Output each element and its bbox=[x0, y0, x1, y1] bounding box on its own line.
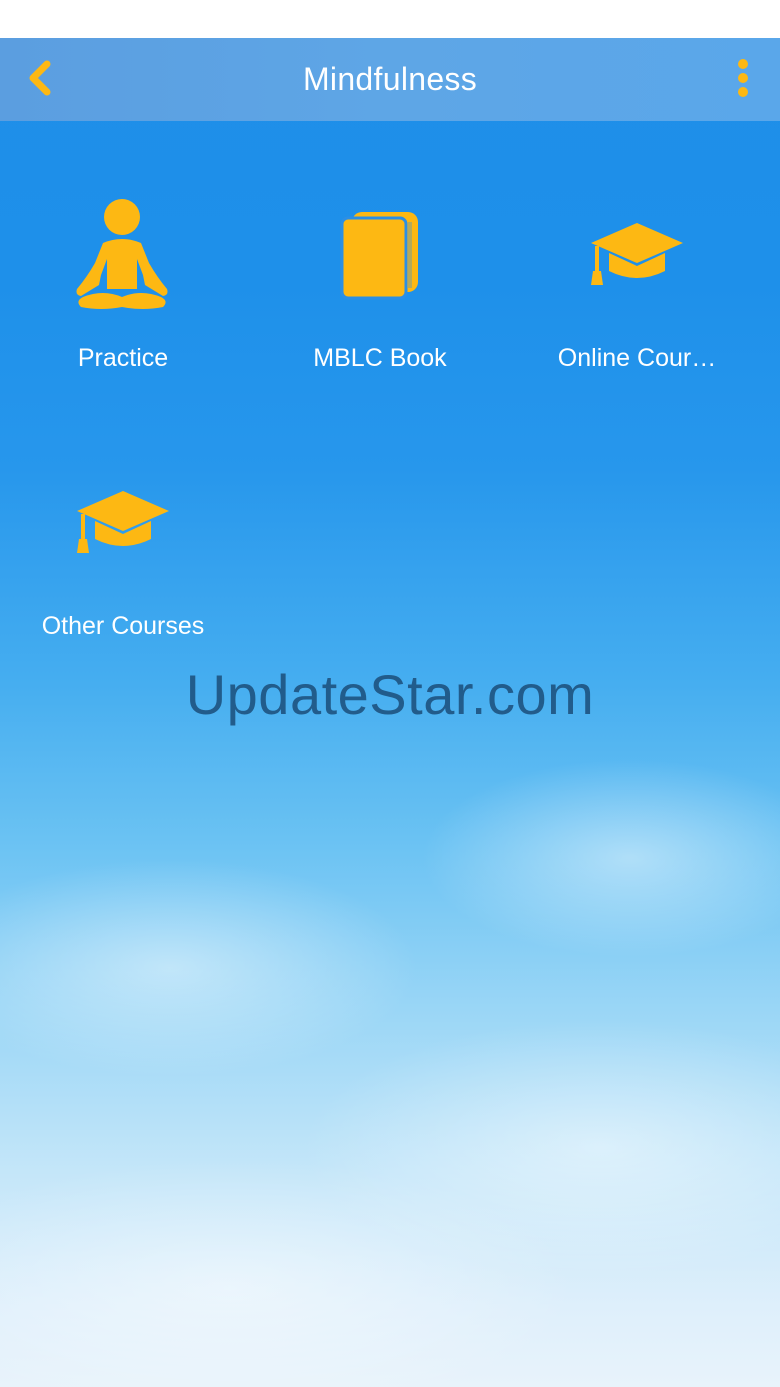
watermark-text: UpdateStar.com bbox=[185, 663, 595, 726]
navigation-bar: Mindfulness bbox=[0, 38, 780, 121]
tile-label: MBLC Book bbox=[313, 344, 447, 372]
book-icon bbox=[340, 212, 418, 300]
chevron-left-icon bbox=[29, 60, 51, 96]
graduation-cap-icon bbox=[77, 491, 169, 553]
graduation-cap-icon bbox=[591, 223, 683, 285]
meditation-icon bbox=[76, 199, 168, 309]
tile-mblc-book[interactable]: MBLC Book bbox=[260, 180, 500, 420]
tile-label: Practice bbox=[77, 344, 169, 372]
tile-other-courses[interactable]: Other Courses bbox=[3, 448, 243, 688]
tile-label: Other Courses bbox=[41, 612, 205, 640]
more-options-button[interactable] bbox=[728, 54, 758, 102]
status-bar-area bbox=[0, 0, 780, 38]
app-screen: Mindfulness Practice MBLC Book Online Co… bbox=[0, 0, 780, 1387]
tile-practice[interactable]: Practice bbox=[3, 180, 243, 420]
tile-online-courses[interactable]: Online Cour… bbox=[517, 180, 757, 420]
more-vertical-icon bbox=[738, 59, 748, 97]
back-button[interactable] bbox=[18, 56, 62, 100]
tile-label: Online Cour… bbox=[557, 344, 717, 372]
page-title: Mindfulness bbox=[302, 61, 478, 97]
